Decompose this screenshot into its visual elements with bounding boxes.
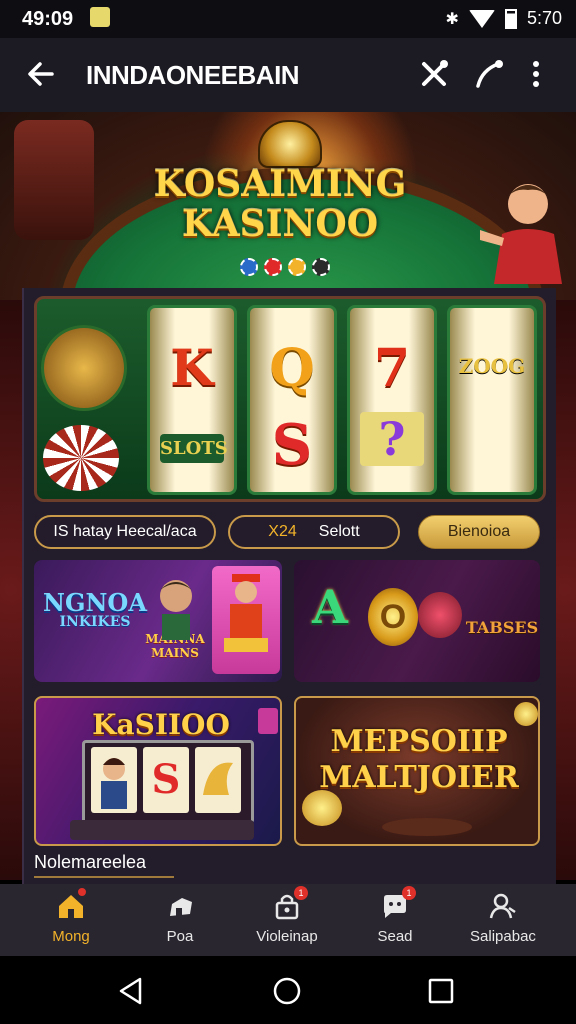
table-image — [382, 818, 472, 836]
nav-label: Salipabac — [470, 928, 536, 945]
chair-image — [14, 120, 94, 240]
dealer-person-image — [480, 184, 562, 284]
person-icon — [489, 893, 516, 919]
status-bar: 49:09 ✱ 5:70 — [0, 0, 576, 38]
character-image — [160, 580, 192, 640]
reel-image — [195, 747, 241, 813]
nav-item-sead[interactable]: 1 Sead — [340, 884, 450, 956]
filter-pill-1-label: IS hatay Heecal/aca — [53, 523, 197, 540]
nav-label: Violeinap — [256, 928, 318, 945]
pen-icon[interactable] — [472, 56, 508, 92]
hero-banner[interactable]: KOSAIMING KASINOO — [0, 112, 576, 302]
chip-icon — [288, 258, 306, 276]
battery-icon — [504, 8, 517, 29]
reel-4: ZOOG — [447, 305, 537, 495]
card-1-subtitle: INKIKES — [59, 614, 131, 630]
nav-label: Mong — [52, 928, 90, 945]
coin-icon: O — [368, 588, 418, 646]
reel-symbol: K — [170, 338, 214, 397]
reel-image: S — [143, 747, 189, 813]
status-battery-text: 5:70 — [526, 8, 562, 28]
filter-pill-2[interactable]: X24 Selott — [228, 515, 400, 549]
card-2-coin-label: O — [379, 597, 407, 636]
card-4-subtitle: MALTJOIER — [319, 760, 519, 795]
card-3-reel-symbol: S — [151, 756, 181, 803]
chip-icon — [312, 258, 330, 276]
recents-square-icon[interactable] — [426, 976, 456, 1006]
reel-3: 7 ? — [347, 305, 437, 495]
wifi-icon — [468, 9, 495, 28]
back-arrow-icon[interactable] — [22, 54, 62, 94]
coin-icon — [514, 702, 538, 726]
machine-panel-image — [70, 820, 254, 840]
sign-image — [258, 708, 278, 734]
reel-symbol: S — [271, 412, 313, 478]
status-icons: ✱ 5:70 — [446, 8, 562, 29]
notification-badge: 1 — [402, 886, 416, 900]
crest-icon — [258, 120, 322, 168]
game-card-3[interactable]: KaSIIOO S — [34, 696, 282, 846]
card-3-title: KaSIIOO — [92, 708, 230, 741]
nav-item-home[interactable]: Mong — [16, 884, 126, 956]
more-icon[interactable] — [524, 56, 548, 92]
side-decoration — [554, 300, 576, 880]
coin-icon — [302, 790, 342, 826]
game-card-4[interactable]: MEPSOIIP MALTJOIER — [294, 696, 540, 846]
filter-pill-3[interactable]: Bienoioa — [418, 515, 540, 549]
nav-item-violeinap[interactable]: 1 Violeinap — [232, 884, 342, 956]
filter-pill-1[interactable]: IS hatay Heecal/aca — [34, 515, 216, 549]
hero-title-line2: KASINOO — [181, 203, 379, 245]
hero-title-line1: KOSAIMING — [153, 163, 407, 205]
home-circle-icon[interactable] — [272, 976, 302, 1006]
back-triangle-icon[interactable] — [116, 976, 146, 1006]
card-4-title: MEPSOIIP — [330, 724, 508, 759]
hero-title: KOSAIMING KASINOO — [120, 164, 440, 244]
tools-icon[interactable] — [416, 56, 452, 92]
card-2-subtitle: TABSES — [465, 618, 539, 637]
notification-badge — [78, 888, 86, 896]
game-card-2[interactable]: A O TABSES — [294, 560, 540, 682]
chip-icon — [264, 258, 282, 276]
chip-image — [43, 425, 119, 491]
reel-symbol: 7 — [373, 338, 411, 399]
filter-pill-2-prefix: X24 — [268, 523, 297, 540]
section-label: Nolemareelea — [34, 852, 147, 872]
reel-symbol: ? — [360, 412, 424, 466]
wheel-image — [41, 325, 127, 411]
notification-badge: 1 — [294, 886, 308, 900]
chip-icon — [240, 258, 258, 276]
bluetooth-icon: ✱ — [445, 10, 459, 28]
nav-label: Sead — [377, 928, 413, 945]
chips-row — [240, 258, 330, 276]
home-icon — [59, 895, 83, 918]
nav-label: Poa — [166, 928, 194, 945]
slot-screen-image: S — [82, 740, 254, 824]
nav-item-salipabac[interactable]: Salipabac — [448, 884, 558, 956]
system-nav-bar — [0, 956, 576, 1024]
reel-image — [91, 747, 137, 813]
filter-pill-2-label: Selott — [318, 523, 360, 540]
reel-2: Q S — [247, 305, 337, 495]
filter-pill-3-label: Bienoioa — [447, 523, 511, 540]
nav-item-poa[interactable]: Poa — [125, 884, 235, 956]
pie-icon — [170, 898, 192, 916]
game-card-1[interactable]: NGNOA INKIKES MAINNA MAINS — [34, 560, 282, 682]
app-bar: INNDAONEEBAIN — [0, 38, 576, 112]
reel-1: K SLOTS — [147, 305, 237, 495]
reel-symbol: SLOTS — [160, 434, 228, 463]
character-card-image — [212, 566, 280, 674]
app-title: INNDAONEEBAIN — [86, 60, 300, 90]
creature-image — [418, 592, 462, 638]
status-time: 49:09 — [22, 8, 74, 30]
bottom-nav: Mong Poa 1 Violeinap 1 Sead Salipabac — [0, 884, 576, 956]
reel-symbol: ZOOG — [458, 354, 526, 378]
reel-symbol: Q — [269, 338, 315, 399]
card-2-title: A — [312, 580, 348, 634]
card-1-title: NGNOA — [43, 588, 147, 617]
side-decoration — [0, 300, 22, 880]
notification-icon — [90, 7, 110, 27]
slot-machine[interactable]: K SLOTS Q S 7 ? ZOOG — [34, 296, 546, 502]
